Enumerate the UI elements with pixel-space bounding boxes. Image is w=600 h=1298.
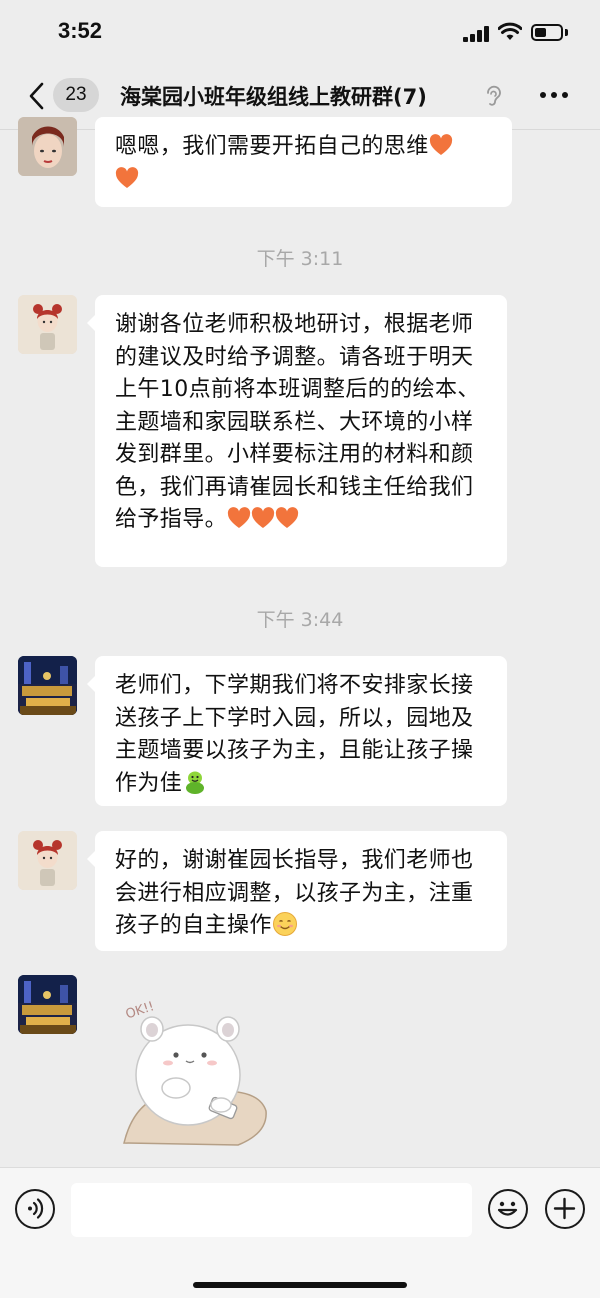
avatar-cartoon-girl xyxy=(18,831,77,890)
message-text: 嗯嗯，我们需要开拓自己的思维 xyxy=(115,134,429,159)
timestamp: 下午 3:11 xyxy=(256,248,344,270)
avatar[interactable] xyxy=(18,975,77,1034)
cat-sticker[interactable]: OK!! xyxy=(118,993,273,1151)
avatar[interactable] xyxy=(18,656,77,715)
message-input[interactable] xyxy=(71,1183,472,1237)
avatar-cartoon-girl xyxy=(18,295,77,354)
heart-emoji-icon xyxy=(115,166,139,188)
heart-emoji-icon xyxy=(251,507,275,528)
battery-icon xyxy=(531,24,563,41)
heart-emoji-icon xyxy=(227,507,251,528)
message-bubble[interactable]: 好的，谢谢崔园长指导，我们老师也会进行相应调整，以孩子为主，注重孩子的自主操作 xyxy=(87,831,507,951)
battery-tip xyxy=(565,29,568,36)
plus-icon[interactable] xyxy=(545,1189,585,1229)
avatar-night-city-photo xyxy=(18,656,77,715)
avatar-woman-photo xyxy=(18,117,77,176)
unread-count-badge[interactable]: 23 xyxy=(53,78,99,112)
heart-emoji-icon xyxy=(275,507,299,528)
emoji-icon[interactable] xyxy=(488,1189,528,1229)
message-bubble[interactable]: 谢谢各位老师积极地研讨，根据老师的建议及时给予调整。请各班于明天上午10点前将本… xyxy=(87,295,507,567)
avatar[interactable] xyxy=(18,831,77,890)
smile-emoji-icon xyxy=(272,912,297,936)
voice-icon[interactable] xyxy=(15,1189,55,1229)
heart-emoji-icon xyxy=(429,134,452,155)
back-chevron-icon[interactable] xyxy=(26,82,48,110)
cellular-signal-icon xyxy=(463,26,491,42)
status-time: 3:52 xyxy=(58,18,103,43)
lol-emoji-icon xyxy=(186,771,205,794)
ear-icon xyxy=(487,85,501,106)
message-bubble[interactable]: 老师们，下学期我们将不安排家长接送孩子上下学时入园，所以，园地及主题墙要以孩子为… xyxy=(87,656,507,806)
avatar-night-city-photo xyxy=(18,975,77,1034)
input-bar xyxy=(0,1167,600,1298)
more-icon[interactable] xyxy=(538,92,570,100)
home-indicator xyxy=(193,1282,407,1288)
chat-title: 海棠园小班年级组线上教研群(7) xyxy=(120,85,427,109)
timestamp: 下午 3:44 xyxy=(256,609,344,631)
message-text: 谢谢各位老师积极地研讨，根据老师的建议及时给予调整。请各班于明天上午10点前将本… xyxy=(115,312,480,532)
avatar[interactable] xyxy=(18,295,77,354)
message-bubble[interactable]: 嗯嗯，我们需要开拓自己的思维 xyxy=(95,117,512,207)
battery-level xyxy=(535,28,546,37)
avatar[interactable] xyxy=(18,117,77,176)
status-bar: 3:52 xyxy=(0,0,600,62)
wifi-icon xyxy=(498,22,522,40)
message-text: 老师们，下学期我们将不安排家长接送孩子上下学时入园，所以，园地及主题墙要以孩子为… xyxy=(115,673,474,796)
